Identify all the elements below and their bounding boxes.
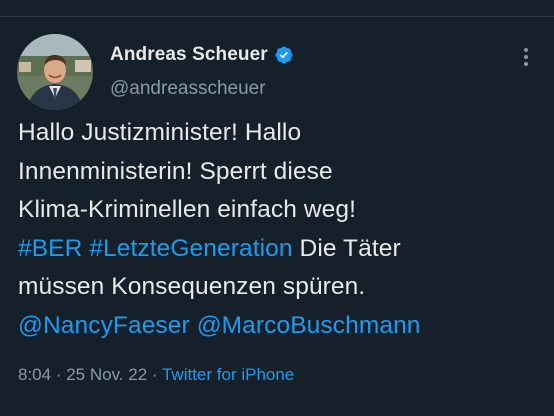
- verified-badge-icon: [274, 45, 294, 65]
- author-name[interactable]: Andreas Scheuer: [110, 44, 268, 66]
- mention-nancyfaeser[interactable]: @NancyFaeser: [18, 312, 190, 339]
- tweet-card: Andreas Scheuer @andreasscheuer Hallo Ju…: [0, 0, 554, 416]
- hashtag-ber[interactable]: #BER: [18, 235, 82, 262]
- hashtag-letztegeneration[interactable]: #LetzteGeneration: [89, 235, 292, 262]
- tweet-time[interactable]: 8:04: [18, 365, 51, 384]
- meta-separator: ·: [147, 365, 162, 384]
- avatar[interactable]: [17, 34, 93, 110]
- tweet-line-5: müssen Konsequenzen spüren.: [18, 273, 366, 300]
- top-divider: [0, 16, 554, 17]
- name-row: Andreas Scheuer: [110, 44, 294, 66]
- tweet-line-3: Klima-Kriminellen einfach weg!: [18, 196, 356, 223]
- tweet-source-link[interactable]: Twitter for iPhone: [162, 365, 294, 384]
- tweet-line-1: Hallo Justizminister! Hallo: [18, 119, 302, 146]
- tweet-text: Hallo Justizminister! Hallo Innenministe…: [18, 114, 538, 345]
- meta-separator: ·: [51, 365, 67, 384]
- tweet-meta: 8:04 · 25 Nov. 22 · Twitter for iPhone: [18, 365, 294, 385]
- tweet-line-4: #BER #LetzteGeneration Die Täter: [18, 230, 538, 269]
- more-options-icon[interactable]: [522, 46, 530, 68]
- author-handle[interactable]: @andreasscheuer: [110, 78, 266, 100]
- tweet-date[interactable]: 25 Nov. 22: [66, 365, 147, 384]
- tweet-line-6: @NancyFaeser @MarcoBuschmann: [18, 307, 538, 346]
- avatar-image: [17, 34, 93, 110]
- tweet-line-2: Innenministerin! Sperrt diese: [18, 157, 333, 185]
- tweet-line-4-rest: Die Täter: [292, 234, 401, 262]
- mention-marcobuschmann[interactable]: @MarcoBuschmann: [197, 312, 421, 339]
